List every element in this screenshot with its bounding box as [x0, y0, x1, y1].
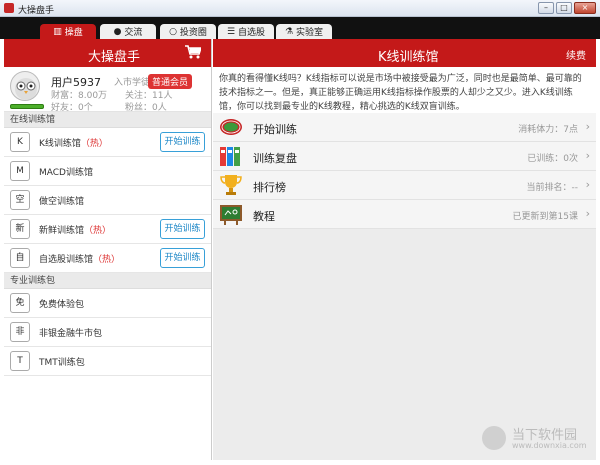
maximize-button[interactable]: □ — [556, 2, 572, 14]
right-header: K线训练馆 续费 — [213, 39, 596, 67]
item-label: TMT训练包 — [39, 358, 85, 368]
menu-info: 消耗体力：7点 — [518, 125, 578, 135]
stamina-bar — [10, 104, 44, 109]
item-label: 免费体验包 — [39, 300, 85, 310]
tab-label: 交流 — [124, 28, 143, 38]
tab-chat[interactable]: ● 交流 — [100, 24, 156, 39]
list-item-macd[interactable]: M MACD训练馆 — [4, 157, 211, 186]
download-logo-icon — [482, 426, 506, 450]
start-training-button[interactable]: 开始训练 — [160, 132, 205, 152]
menu-label: 排行榜 — [253, 181, 286, 194]
item-key-box: 自 — [10, 248, 30, 268]
watermark: 当下软件园 www.downxia.com — [482, 424, 592, 454]
intro-text: 你真的看得懂K线吗？K线指标可以说是市场中被接受最为广泛，同时也是最简单、最可靠… — [219, 74, 582, 112]
shopping-cart-icon[interactable] — [185, 45, 201, 59]
content-empty-area: 当下软件园 www.downxia.com — [213, 229, 596, 460]
watermark-url: www.downxia.com — [512, 441, 587, 450]
renew-button[interactable]: 续费 — [566, 47, 586, 62]
list-item-fresh[interactable]: 新 新鲜训练馆（热） 开始训练 — [4, 215, 211, 244]
main-tabbar: ▥ 操盘 ● 交流 ○ 投资圈 ☰ 自选股 ⚗ 实验室 — [0, 17, 600, 39]
tab-watchlist[interactable]: ☰ 自选股 — [218, 24, 274, 39]
list-icon: ☰ — [226, 26, 236, 37]
left-title: 大操盘手 — [88, 50, 141, 65]
item-label: 自选股训练馆（热） — [39, 255, 121, 265]
chevron-right-icon: › — [585, 207, 590, 220]
list-item-watchlist-gym[interactable]: 自 自选股训练馆（热） 开始训练 — [4, 244, 211, 273]
item-key-box: M — [10, 161, 30, 181]
chevron-right-icon: › — [585, 149, 590, 162]
item-label: 新鲜训练馆（热） — [39, 226, 112, 236]
tab-label: 操盘 — [64, 28, 83, 38]
tab-trade[interactable]: ▥ 操盘 — [40, 24, 96, 39]
binders-icon — [220, 147, 240, 166]
tab-label: 投资圈 — [179, 28, 207, 38]
window-titlebar: 大操盘手 – □ × — [0, 0, 600, 17]
menu-start-training[interactable]: 开始训练 消耗体力：7点 › — [213, 113, 596, 142]
fans-text: 粉丝：0人 — [125, 103, 167, 113]
menu-info: 已训练：0次 — [527, 154, 578, 164]
window-title: 大操盘手 — [18, 6, 55, 16]
trophy-icon — [220, 175, 242, 195]
menu-label: 开始训练 — [253, 123, 297, 136]
avatar[interactable] — [10, 71, 40, 101]
left-panel: 大操盘手 用户5937 入市学徒 普通会员 财富：8.00万 关注：11人 好友… — [4, 39, 212, 460]
member-badge: 普通会员 — [148, 74, 193, 89]
minimize-button[interactable]: – — [538, 2, 554, 14]
bar-chart-icon: ▥ — [53, 26, 62, 37]
item-key-box: 非 — [10, 322, 30, 342]
menu-label: 教程 — [253, 210, 275, 223]
flask-icon: ⚗ — [284, 26, 294, 37]
window-controls: – □ × — [538, 2, 596, 14]
menu-tutorial[interactable]: 教程 已更新到第15课 › — [213, 200, 596, 229]
list-item-free-pack[interactable]: 免 免费体验包 — [4, 289, 211, 318]
item-key-box: T — [10, 351, 30, 371]
list-item-short[interactable]: 空 做空训练馆 — [4, 186, 211, 215]
friends-text: 好友：0个 — [51, 103, 93, 113]
item-label: K线训练馆（热） — [39, 139, 108, 149]
tab-circle[interactable]: ○ 投资圈 — [160, 24, 216, 39]
section-online-gyms: 在线训练馆 — [4, 112, 211, 128]
owl-icon — [15, 78, 37, 100]
item-label: 做空训练馆 — [39, 197, 85, 207]
item-key-box: 新 — [10, 219, 30, 239]
start-training-button[interactable]: 开始训练 — [160, 248, 205, 268]
chevron-right-icon: › — [585, 120, 590, 133]
circle-icon: ○ — [169, 26, 177, 37]
item-label: 非银金融牛市包 — [39, 329, 103, 339]
menu-info: 当前排名：-- — [526, 183, 579, 193]
list-item-tmt-pack[interactable]: T TMT训练包 — [4, 347, 211, 376]
menu-info: 已更新到第15课 — [512, 212, 578, 222]
track-icon — [220, 119, 242, 135]
section-training-packs: 专业训练包 — [4, 273, 211, 289]
right-title: K线训练馆 — [378, 50, 439, 65]
item-key-box: 空 — [10, 190, 30, 210]
left-header: 大操盘手 — [4, 39, 211, 67]
user-profile: 用户5937 入市学徒 普通会员 财富：8.00万 关注：11人 好友：0个 粉… — [4, 67, 211, 113]
user-level: 入市学徒 — [114, 78, 151, 88]
item-label: MACD训练馆 — [39, 168, 93, 178]
close-button[interactable]: × — [574, 2, 596, 14]
start-training-button[interactable]: 开始训练 — [160, 219, 205, 239]
app-icon — [4, 3, 14, 13]
list-item-finance-pack[interactable]: 非 非银金融牛市包 — [4, 318, 211, 347]
menu-label: 训练复盘 — [253, 152, 297, 165]
list-item-kline[interactable]: K K线训练馆（热） 开始训练 — [4, 128, 211, 157]
tab-label: 实验室 — [296, 28, 324, 38]
tab-label: 自选股 — [238, 28, 266, 38]
menu-review[interactable]: 训练复盘 已训练：0次 › — [213, 142, 596, 171]
item-key-box: K — [10, 132, 30, 152]
item-key-box: 免 — [10, 293, 30, 313]
chevron-right-icon: › — [585, 178, 590, 191]
tab-lab[interactable]: ⚗ 实验室 — [276, 24, 332, 39]
right-panel: K线训练馆 续费 你真的看得懂K线吗？K线指标可以说是市场中被接受最为广泛，同时… — [213, 39, 596, 460]
user-icon: ● — [113, 26, 122, 37]
menu-ranking[interactable]: 排行榜 当前排名：-- › — [213, 171, 596, 200]
chalkboard-icon — [220, 205, 242, 225]
